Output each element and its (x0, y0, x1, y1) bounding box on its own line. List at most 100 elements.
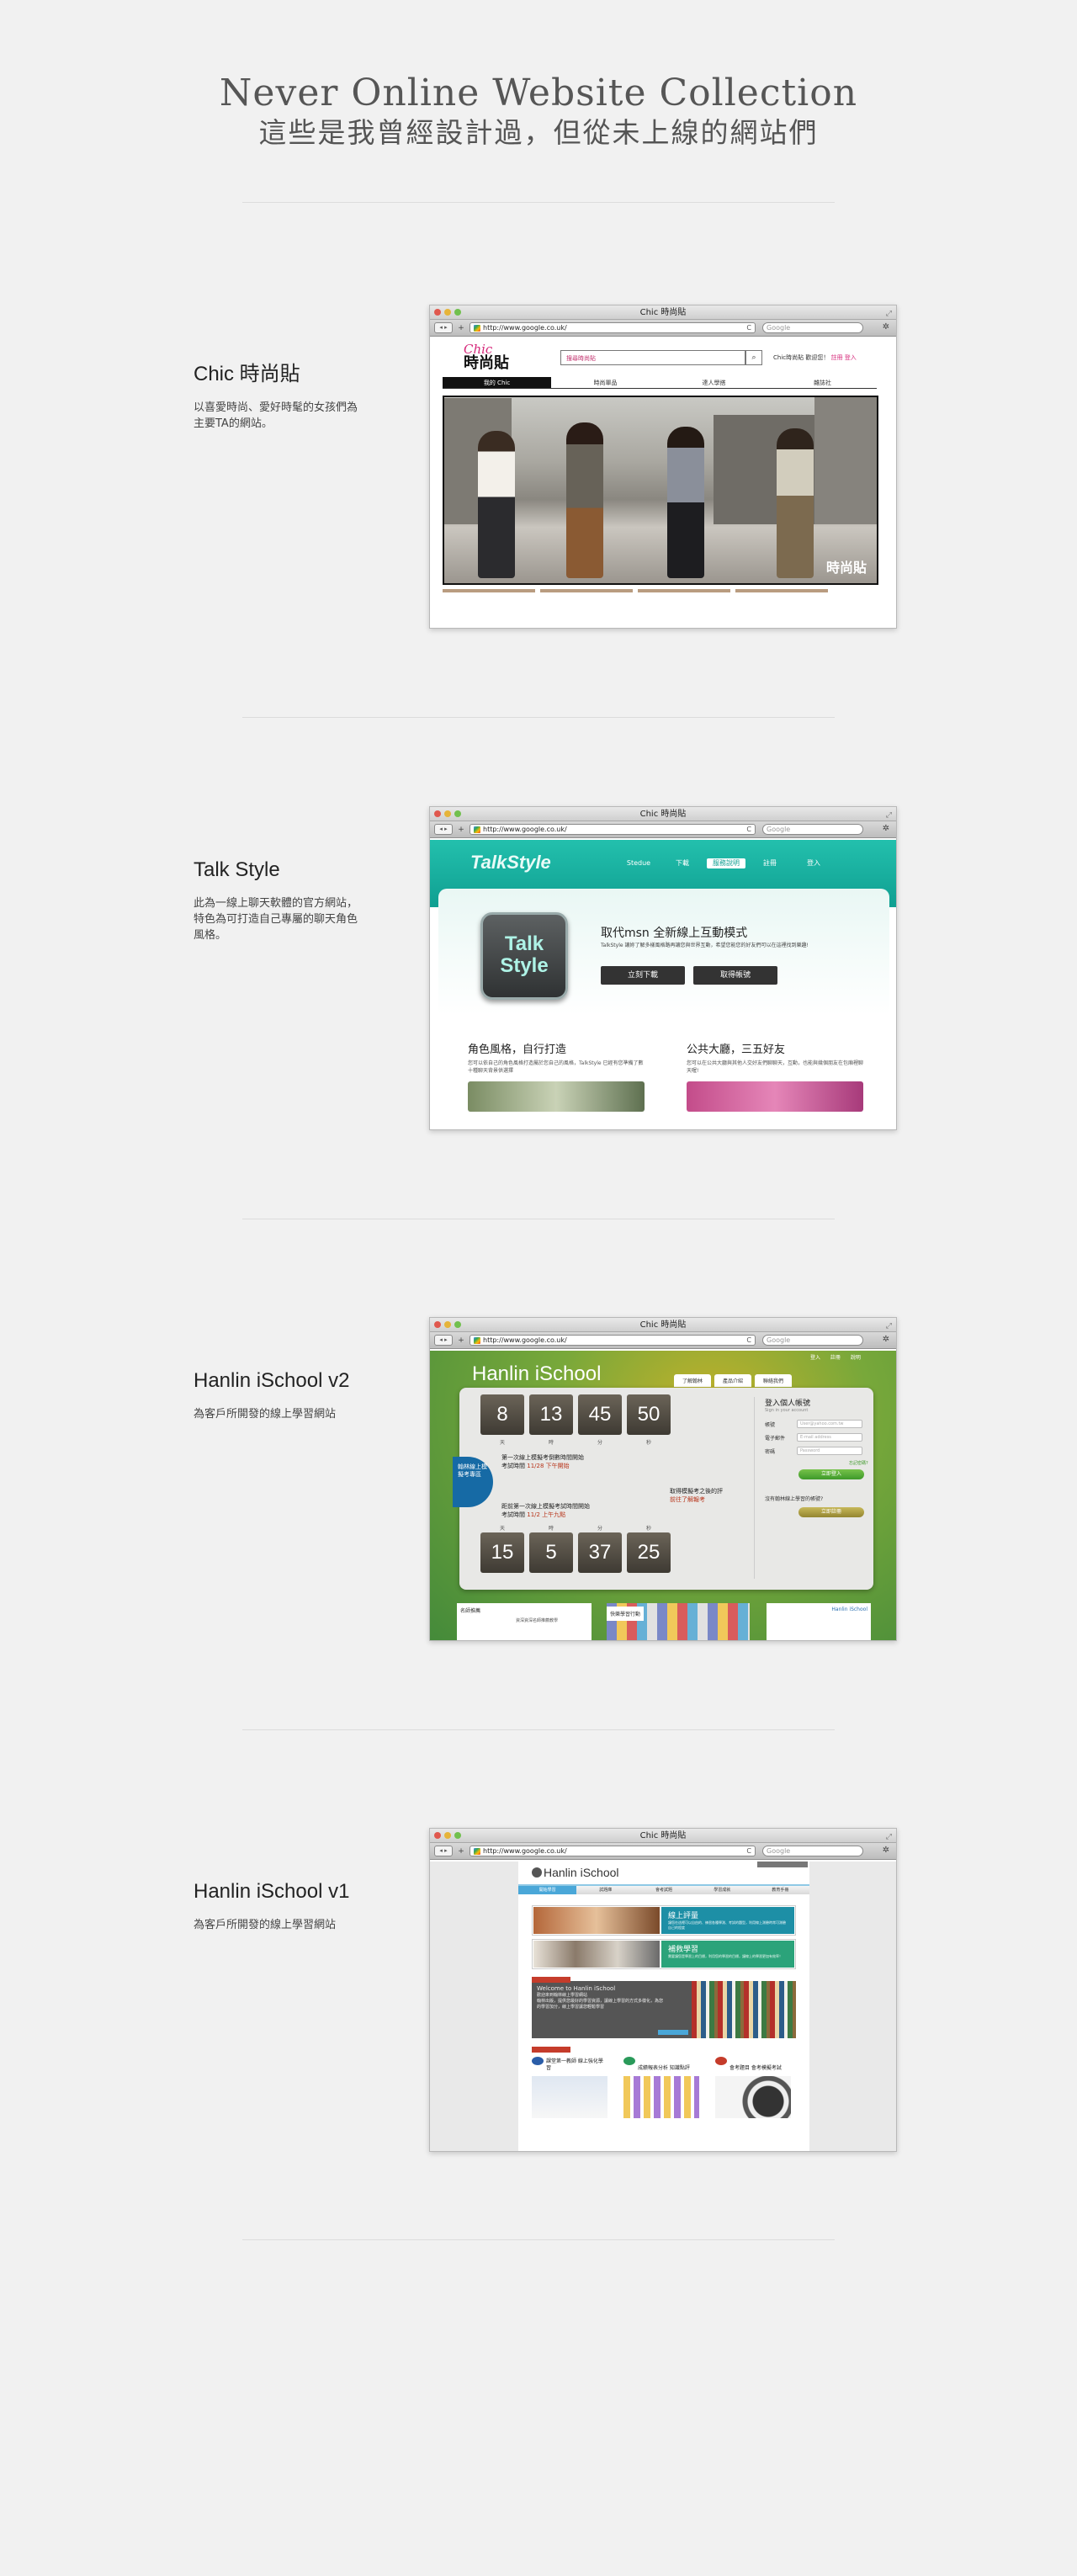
add-bookmark-icon[interactable]: + (456, 1847, 466, 1856)
bottom-card[interactable]: 快樂學習行動 (607, 1603, 750, 1640)
page-content: Hanlin iSchool 開始學習 試題庫 會考試題 學習成就 教育手冊 線… (430, 1862, 896, 2151)
nav-item[interactable]: 我的 Chic (443, 377, 551, 388)
page-content: Chic 時尚貼 搜尋時尚貼 ⌕ Chic時尚貼 歡迎您！ 註冊 登入 我的 C… (430, 338, 896, 628)
minimize-icon[interactable] (444, 1321, 451, 1328)
zoom-icon[interactable] (454, 1832, 461, 1839)
back-forward-buttons[interactable]: ◂ ▸ (434, 322, 453, 333)
download-button[interactable]: 立刻下載 (601, 966, 685, 985)
nav-item[interactable]: 教育手冊 (751, 1886, 809, 1894)
info-item[interactable]: 成績報表分析 知識點評 (623, 2057, 704, 2118)
search-input[interactable]: Google (762, 322, 863, 333)
gear-icon[interactable]: ✲ (880, 322, 892, 333)
back-forward-buttons[interactable]: ◂ ▸ (434, 1335, 453, 1346)
password-field[interactable]: Password (797, 1447, 862, 1455)
top-links[interactable] (757, 1862, 808, 1867)
search-input[interactable]: Google (762, 1335, 863, 1346)
nav-item[interactable]: 學習成就 (693, 1886, 751, 1894)
nav-item[interactable]: 時尚單品 (551, 377, 660, 388)
nav-item[interactable]: 註冊 (751, 858, 789, 868)
login-button[interactable]: 立即登入 (798, 1469, 864, 1479)
nav-item[interactable]: 登入 (794, 858, 833, 868)
gear-icon[interactable]: ✲ (880, 1846, 892, 1856)
search-icon[interactable]: ⌕ (745, 350, 762, 365)
tab[interactable]: 了解翰林 (674, 1374, 712, 1387)
chart-icon (623, 2057, 635, 2065)
reload-icon[interactable]: C (746, 1336, 751, 1345)
talkstyle-subline: TalkStyle 讓妳了解多樣風格路再讓您與世界互動，希望您能您的好友們可以在… (601, 943, 809, 948)
chic-search-input[interactable]: 搜尋時尚貼 (560, 350, 745, 365)
browser-toolbar: ◂ ▸ + http://www.google.co.uk/C Google ✲ (430, 1332, 896, 1349)
event-info: 第一次線上模擬考倒數時間開始 考試時間 11/28 下午開始 (501, 1454, 584, 1469)
feature-tile[interactable]: 補救學習 需要讓您是學習上的目標，利用您的學習的目標，讓線上的學習更加有效率！ (532, 1939, 796, 1969)
browser-toolbar: ◂ ▸ + http://www.google.co.uk/C Google ✲ (430, 320, 896, 337)
minimize-icon[interactable] (444, 810, 451, 817)
gear-icon[interactable]: ✲ (880, 1335, 892, 1346)
get-account-button[interactable]: 取得帳號 (693, 966, 777, 985)
login-links[interactable]: 註冊 登入 (831, 354, 857, 361)
page-header: Never Online Website Collection 這些是我曾經設計… (0, 72, 1077, 151)
project-description: 為客戶所開發的線上學習網站 (194, 1919, 337, 1931)
nav-item[interactable]: 雜誌社 (768, 377, 877, 388)
forgot-password-link[interactable]: 忘記密碼? (849, 1460, 872, 1466)
talkstyle-app-icon: Talk Style (480, 912, 568, 1000)
nav-item[interactable]: 達人學搭 (660, 377, 768, 388)
learn-more-link[interactable]: 前往了解報考 (670, 1495, 723, 1504)
search-input[interactable]: Google (762, 824, 863, 835)
username-field[interactable]: User@yahoo.com.tw (797, 1420, 862, 1428)
window-titlebar: Chic 時尚貼 ⤢ (430, 807, 896, 821)
search-input[interactable]: Google (762, 1846, 863, 1856)
nav-item[interactable]: 下載 (663, 858, 702, 868)
close-icon[interactable] (434, 1832, 441, 1839)
reload-icon[interactable]: C (746, 1846, 751, 1856)
countdown-labels: 天時分秒 (499, 1440, 651, 1446)
nav-item[interactable]: Stedue (619, 858, 658, 868)
zoom-icon[interactable] (454, 309, 461, 316)
feature-column: 角色風格，自行打造 您可以依自己的角色風格打造屬於您自己的風格，TalkStyl… (468, 1040, 645, 1112)
talkstyle-logo[interactable]: TalkStyle (470, 852, 551, 874)
nav-item[interactable]: 服務說明 (707, 858, 745, 868)
back-forward-buttons[interactable]: ◂ ▸ (434, 824, 453, 835)
address-bar[interactable]: http://www.google.co.uk/C (470, 824, 756, 835)
more-button[interactable] (658, 2030, 688, 2035)
minimize-icon[interactable] (444, 309, 451, 316)
divider (242, 717, 835, 718)
window-titlebar: Chic 時尚貼 ⤢ (430, 1318, 896, 1332)
login-panel: 登入個人帳號 Sign in your account 帳號 User@yahoo… (754, 1397, 872, 1579)
email-field[interactable]: E-mail address (797, 1433, 862, 1442)
minimize-icon[interactable] (444, 1832, 451, 1839)
add-bookmark-icon[interactable]: + (456, 1336, 466, 1345)
zoom-icon[interactable] (454, 810, 461, 817)
address-bar[interactable]: http://www.google.co.uk/C (470, 1335, 756, 1346)
info-item[interactable]: 會考題目 會考模擬考試 (715, 2057, 796, 2118)
nav-item[interactable]: 會考試題 (634, 1886, 692, 1894)
tab[interactable]: 產品介紹 (714, 1374, 752, 1387)
register-button[interactable]: 立即註冊 (798, 1507, 864, 1517)
gear-icon[interactable]: ✲ (880, 824, 892, 835)
info-item[interactable]: 課堂第一教師 線上強化學習 (532, 2057, 613, 2118)
zoom-icon[interactable] (454, 1321, 461, 1328)
close-icon[interactable] (434, 309, 441, 316)
top-links[interactable]: 登入 註冊 說明 (810, 1353, 861, 1361)
feature-tile[interactable]: 線上評量 讓您在這裡可以自由的、練習各種學測、考試的題型，利用線上測驗時常可測驗自… (532, 1905, 796, 1936)
browser-toolbar: ◂ ▸ + http://www.google.co.uk/C Google ✲ (430, 1843, 896, 1860)
nav-item[interactable]: 開始學習 (518, 1886, 577, 1894)
close-icon[interactable] (434, 1321, 441, 1328)
browser-toolbar: ◂ ▸ + http://www.google.co.uk/C Google ✲ (430, 821, 896, 838)
hanlin-logo[interactable]: Hanlin iSchool (532, 1866, 619, 1879)
chic-logo[interactable]: Chic 時尚貼 (464, 343, 509, 371)
add-bookmark-icon[interactable]: + (456, 826, 466, 834)
address-bar[interactable]: http://www.google.co.uk/C (470, 322, 756, 333)
hanlin-logo[interactable]: Hanlin iSchool (472, 1362, 601, 1386)
bottom-card[interactable]: 名師推薦 資深資深名師推薦教學 (457, 1603, 592, 1640)
favicon-icon (474, 324, 480, 332)
bottom-card[interactable]: Hanlin iSchool (767, 1603, 871, 1640)
tab[interactable]: 聯絡我們 (755, 1374, 793, 1387)
close-icon[interactable] (434, 810, 441, 817)
address-bar[interactable]: http://www.google.co.uk/C (470, 1846, 756, 1856)
add-bookmark-icon[interactable]: + (456, 324, 466, 332)
back-forward-buttons[interactable]: ◂ ▸ (434, 1846, 453, 1856)
reload-icon[interactable]: C (746, 825, 751, 834)
nav-item[interactable]: 試題庫 (576, 1886, 634, 1894)
reload-icon[interactable]: C (746, 323, 751, 332)
welcome-banner: Welcome to Hanlin iSchool 歡迎來到翰林線上學習網站 翰林出… (532, 1977, 796, 2038)
